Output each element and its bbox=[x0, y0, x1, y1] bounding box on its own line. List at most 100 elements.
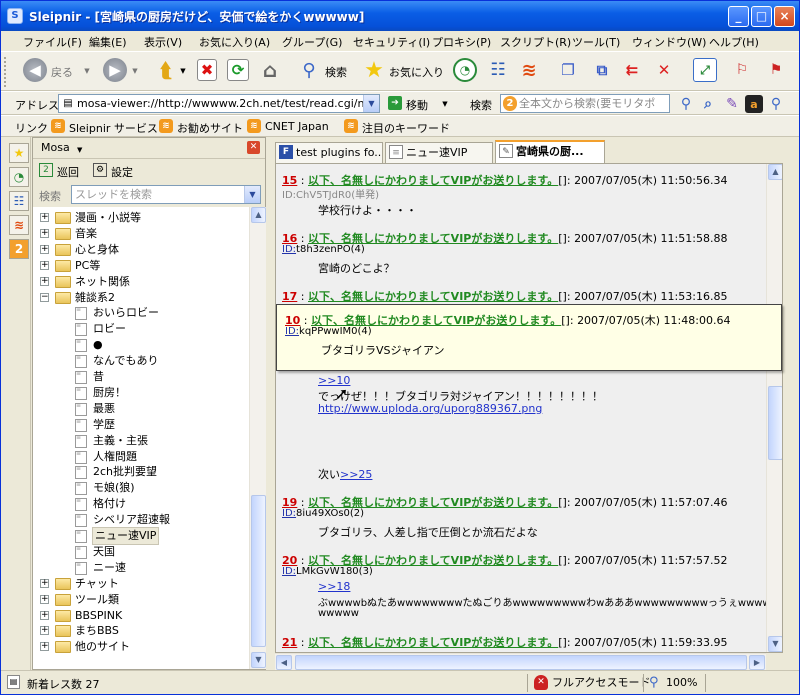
scroll-up-icon[interactable]: ▲ bbox=[251, 207, 266, 223]
tree-board[interactable]: ≡ ニュー速VIP bbox=[33, 527, 249, 545]
tree-board-label[interactable]: 人権問題 bbox=[93, 449, 137, 465]
history-panel-icon[interactable]: ◔ bbox=[9, 167, 29, 187]
rss-panel-icon[interactable]: ≋ bbox=[9, 215, 29, 235]
tree-folder[interactable]: + 音楽 bbox=[33, 226, 249, 242]
websearch-go-icon[interactable]: ⚲ bbox=[677, 95, 695, 113]
patrol-icon[interactable]: 2 bbox=[39, 163, 53, 177]
post-name[interactable]: 以下、名無しにかわりましてVIPがお送りします。 bbox=[308, 636, 558, 649]
tree-folder-label[interactable]: 雑談系2 bbox=[75, 290, 115, 306]
amazon-icon[interactable]: a bbox=[745, 95, 763, 113]
stop-icon[interactable]: ✖ bbox=[197, 59, 217, 81]
rss-feed-icon[interactable]: ≋ bbox=[517, 58, 541, 82]
thread-search-placeholder[interactable]: スレッドを検索 bbox=[75, 188, 152, 201]
expand-icon[interactable]: + bbox=[40, 626, 49, 636]
tree-board[interactable]: ≡ ロビー bbox=[33, 321, 249, 337]
toolbar-grip[interactable] bbox=[4, 57, 7, 87]
refresh-icon[interactable]: ⟳ bbox=[227, 59, 249, 81]
close-button[interactable]: × bbox=[774, 6, 795, 27]
link-sleipnir-service[interactable]: Sleipnir サービス bbox=[69, 120, 158, 136]
tree-board-label[interactable]: ニュー速VIP bbox=[91, 527, 160, 545]
tree-board[interactable]: ≡ シベリア超速報 bbox=[33, 512, 249, 528]
scroll-left-icon[interactable]: ◀ bbox=[276, 655, 292, 670]
back-button-label[interactable]: 戻る bbox=[51, 64, 73, 80]
tree-folder[interactable]: + ネット関係 bbox=[33, 274, 249, 290]
menu-window[interactable]: ウィンドウ(W) bbox=[632, 34, 706, 50]
forward-dropdown-icon[interactable]: ▼ bbox=[131, 66, 139, 76]
id-value[interactable]: t8h3zenPO(4) bbox=[296, 244, 365, 255]
popup-id-prefix[interactable]: ID: bbox=[285, 326, 299, 337]
tree-folder[interactable]: − 雑談系2 bbox=[33, 290, 249, 306]
tree-folder[interactable]: + 心と身体 bbox=[33, 242, 249, 258]
tree-board[interactable]: ≡ 2ch批判要望 bbox=[33, 464, 249, 480]
close-left-tabs-icon[interactable]: ⇇ bbox=[619, 58, 645, 82]
tree-board-label[interactable]: 主義・主張 bbox=[93, 433, 148, 449]
tree-folder[interactable]: + まちBBS bbox=[33, 623, 249, 639]
tree-folder-label[interactable]: 漫画・小説等 bbox=[75, 210, 141, 226]
collapse-icon[interactable]: − bbox=[40, 292, 49, 302]
title-bar[interactable]: S Sleipnir - [宮崎県の厨房だけど、安価で絵をかくwwwww] _ … bbox=[1, 1, 799, 31]
tree-board-label[interactable]: ● bbox=[93, 337, 103, 353]
tree-folder[interactable]: + 他のサイト bbox=[33, 639, 249, 655]
scroll-down-icon[interactable]: ▼ bbox=[251, 652, 266, 668]
expand-icon[interactable]: + bbox=[40, 276, 49, 286]
maximize-button[interactable]: □ bbox=[751, 6, 772, 27]
expand-icon[interactable]: + bbox=[40, 610, 49, 620]
settings-icon[interactable]: ⚙ bbox=[93, 163, 107, 177]
panel-close-icon[interactable]: ✕ bbox=[247, 141, 260, 154]
address-dropdown-icon[interactable]: ▼ bbox=[363, 95, 379, 112]
tree-board-label[interactable]: 学歴 bbox=[93, 417, 115, 433]
favorites-button-label[interactable]: お気に入り bbox=[389, 64, 444, 80]
tree-scroll-thumb[interactable] bbox=[251, 495, 266, 647]
back-arrow-icon[interactable]: ◀ bbox=[23, 58, 47, 82]
expand-icon[interactable]: + bbox=[40, 228, 49, 238]
tree-folder-label[interactable]: 音楽 bbox=[75, 226, 97, 242]
tree-board-label[interactable]: ロビー bbox=[93, 321, 126, 337]
fullscreen-icon[interactable]: ⤢ bbox=[693, 58, 717, 82]
tree-board[interactable]: ≡ 昔 bbox=[33, 369, 249, 385]
tree-board[interactable]: ≡ ● bbox=[33, 337, 249, 353]
go-dropdown-icon[interactable]: ▼ bbox=[441, 100, 449, 108]
zoom-segment[interactable]: ⚲ 100% bbox=[643, 674, 703, 692]
id-value[interactable]: ChV5TJdR0(単発) bbox=[296, 190, 379, 201]
access-mode-segment[interactable]: ✕ フルアクセスモード bbox=[527, 674, 650, 692]
mosa-panel-icon[interactable]: 2 bbox=[9, 239, 29, 259]
tree-board[interactable]: ≡ 最悪 bbox=[33, 401, 249, 417]
tree-board[interactable]: ≡ 人権問題 bbox=[33, 449, 249, 465]
thread-search-input[interactable]: スレッドを検索 ▼ bbox=[71, 185, 261, 204]
thread-search-dropdown-icon[interactable]: ▼ bbox=[244, 186, 260, 203]
tree-folder-label[interactable]: ネット関係 bbox=[75, 274, 130, 290]
tree-board[interactable]: ≡ 格付け bbox=[33, 496, 249, 512]
tree-folder-label[interactable]: まちBBS bbox=[75, 623, 119, 639]
menu-favorites[interactable]: お気に入り(A) bbox=[199, 34, 270, 50]
reply-anchor[interactable]: >>18 bbox=[318, 580, 350, 593]
expand-icon[interactable]: + bbox=[40, 260, 49, 270]
tree-board[interactable]: ≡ なんでもあり bbox=[33, 353, 249, 369]
expand-icon[interactable]: + bbox=[40, 642, 49, 652]
tree-board-label[interactable]: 最悪 bbox=[93, 401, 115, 417]
menu-tools[interactable]: ツール(T) bbox=[572, 34, 620, 50]
translate-en-ja-icon[interactable]: ⚐ bbox=[729, 58, 755, 82]
search-button-label[interactable]: 検索 bbox=[325, 64, 347, 80]
image-link[interactable]: http://www.uploda.org/uporg889367.png bbox=[318, 402, 542, 415]
tree-folder[interactable]: + ツール類 bbox=[33, 592, 249, 608]
tree-folder-label[interactable]: PC等 bbox=[75, 258, 100, 274]
expand-icon[interactable]: + bbox=[40, 213, 49, 222]
menu-script[interactable]: スクリプト(R) bbox=[500, 34, 571, 50]
thread-scroll-thumb[interactable] bbox=[768, 386, 782, 460]
tree-view-icon[interactable]: ☷ bbox=[487, 58, 509, 82]
tree-board[interactable]: ≡ モ娘(狼) bbox=[33, 480, 249, 496]
tree-board-label[interactable]: おいらロビー bbox=[93, 305, 159, 321]
favorites-panel-icon[interactable]: ★ bbox=[9, 143, 29, 163]
scroll-right-icon[interactable]: ▶ bbox=[749, 655, 765, 670]
post-number[interactable]: 17 bbox=[282, 290, 297, 303]
thread-scrollbar[interactable]: ▲ ▼ bbox=[766, 164, 782, 652]
tab-news-vip[interactable]: ≡ ニュー速VIP bbox=[385, 142, 493, 163]
settings-button[interactable]: 設定 bbox=[111, 164, 133, 180]
id-value[interactable]: 8iu49XOs0(2) bbox=[296, 508, 364, 519]
search-icon[interactable]: ⚲ bbox=[297, 58, 321, 82]
tree-folder[interactable]: + PC等 bbox=[33, 258, 249, 274]
tab-label[interactable]: 宮崎県の厨... bbox=[516, 145, 584, 158]
tree-board-label[interactable]: 2ch批判要望 bbox=[93, 464, 157, 480]
post-name[interactable]: 以下、名無しにかわりましてVIPがお送りします。 bbox=[308, 290, 558, 303]
tree-board-label[interactable]: 天国 bbox=[93, 544, 115, 560]
